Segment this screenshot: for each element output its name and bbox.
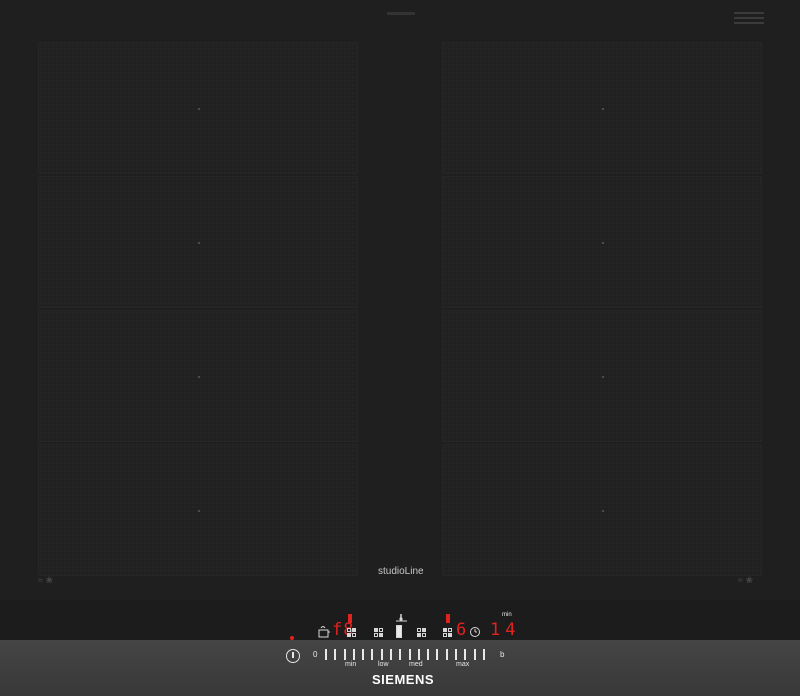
slider-label-low: low: [378, 661, 389, 668]
slider-zero: 0: [313, 650, 318, 659]
pan-icon[interactable]: [318, 625, 330, 639]
zone-right-3[interactable]: [442, 310, 762, 442]
center-select-icon[interactable]: [396, 625, 402, 638]
zone-right-1[interactable]: [442, 42, 762, 174]
clock-icon[interactable]: [470, 627, 480, 637]
brand-logo: SIEMENS: [372, 672, 435, 687]
flex-zone-left-icon[interactable]: [347, 628, 356, 637]
series-label: studioLine: [378, 566, 424, 577]
boost-button[interactable]: b: [500, 650, 504, 659]
zone-left-2[interactable]: [38, 176, 358, 308]
right-zone-indicator: [446, 614, 450, 623]
flex-zone-right-icon[interactable]: [443, 628, 452, 637]
flex-zone-center-left-icon[interactable]: [374, 628, 383, 637]
ventilation-icon[interactable]: [393, 610, 409, 622]
zone-right-4[interactable]: [442, 444, 762, 576]
zone-marker-right-icon: ≈ ❀: [738, 575, 753, 585]
zone-right-2[interactable]: [442, 176, 762, 308]
slider-label-med: med: [409, 661, 423, 668]
power-slider[interactable]: [325, 649, 485, 661]
cooktop: ≈ ❀ ≈ ❀ studioLine f8 6 min 14 0 min low…: [0, 0, 800, 696]
timer-unit: min: [502, 612, 512, 618]
right-power-display: 6: [456, 620, 468, 640]
certification-logo: [734, 12, 764, 32]
timer-display: 14: [490, 620, 521, 640]
flex-zone-center-right-icon[interactable]: [417, 628, 426, 637]
slider-label-max: max: [456, 661, 470, 668]
power-icon[interactable]: [286, 649, 300, 663]
zone-left-4[interactable]: [38, 444, 358, 576]
zone-marker-left-icon: ≈ ❀: [38, 575, 53, 585]
slider-label-min: min: [345, 661, 357, 668]
zone-left-1[interactable]: [38, 42, 358, 174]
zone-left-3[interactable]: [38, 310, 358, 442]
top-badge: [387, 12, 415, 15]
